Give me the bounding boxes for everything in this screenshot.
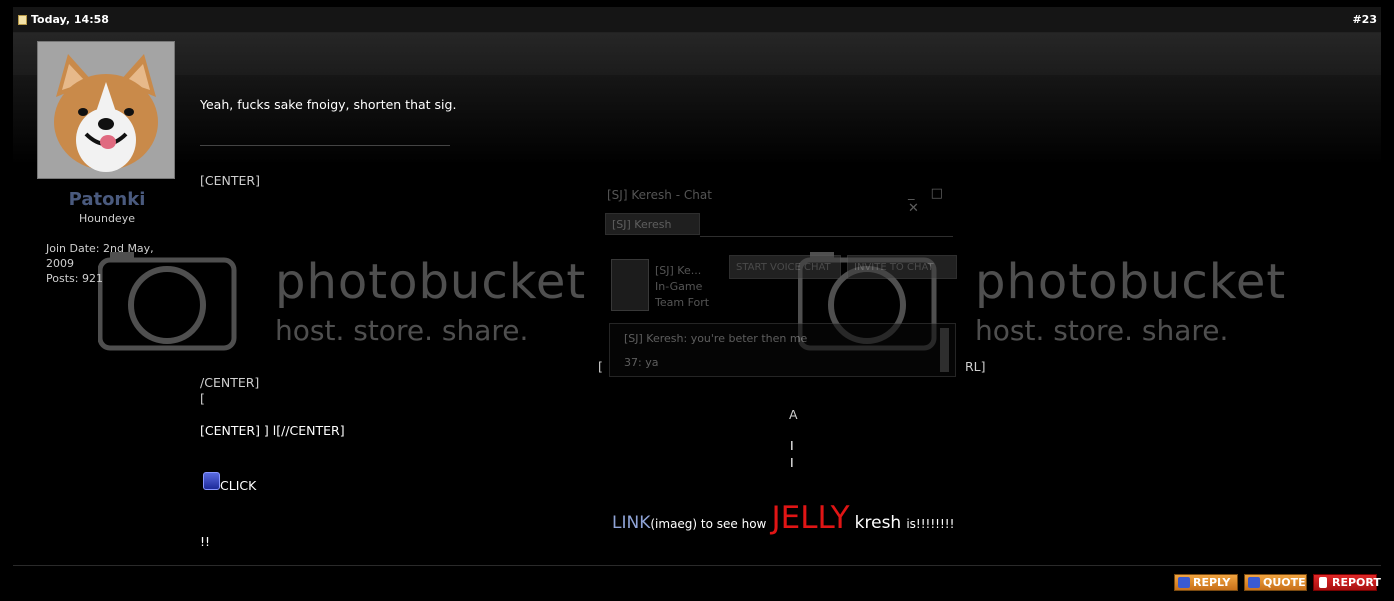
- chat-log: [SJ] Keresh: you're beter then me 37: ya: [609, 323, 956, 377]
- report-button[interactable]: REPORT: [1313, 574, 1381, 591]
- quote-label: QUOTE: [1263, 576, 1306, 589]
- photobucket-watermark-left: photobucket host. store. share.: [97, 252, 598, 352]
- chat-line: [SJ] Keresh: you're beter then me: [624, 332, 808, 345]
- quote-icon: [1248, 577, 1260, 588]
- post-date: Today, 14:58: [31, 13, 109, 26]
- jelly-text: JELLY: [771, 500, 850, 536]
- imaeg-text: (imaeg) to see how: [650, 517, 767, 531]
- sig-pipe: I: [790, 455, 794, 470]
- photobucket-camera-icon: [97, 252, 237, 351]
- report-icon: [1319, 577, 1327, 588]
- post-body-gradient: [13, 75, 1381, 165]
- chat-user-info: [SJ] Ke... In-Game Team Fort: [655, 263, 709, 311]
- is-text: is!!!!!!!!: [906, 517, 955, 531]
- watermark-word: photobucket: [275, 254, 587, 310]
- post-header: Today, 14:58 #23: [13, 7, 1381, 33]
- watermark-tagline: host. store. share.: [275, 314, 529, 347]
- reply-label: REPLY: [1193, 576, 1231, 589]
- chat-line: 37: ya: [624, 356, 659, 369]
- sig-center-line: [CENTER] ] l[//CENTER]: [200, 423, 345, 438]
- jelly-line: LINK(imaeg) to see how JELLY kresh is!!!…: [612, 500, 954, 536]
- chat-user-game: Team Fort: [655, 296, 710, 309]
- post-footer-divider: [13, 565, 1381, 566]
- sig-center-close: /CENTER]: [200, 375, 260, 390]
- watermark-word: photobucket: [975, 254, 1287, 310]
- chat-scrollbar: [940, 328, 949, 372]
- link-text[interactable]: LINK: [612, 513, 650, 533]
- quote-button[interactable]: QUOTE: [1244, 574, 1307, 591]
- report-label: REPORT: [1332, 576, 1381, 589]
- post-header-band: [13, 33, 1381, 76]
- click-icon[interactable]: [203, 472, 220, 490]
- username-link[interactable]: Patonki: [13, 189, 201, 210]
- user-title: Houndeye: [79, 212, 135, 225]
- corgi-avatar-image: [38, 42, 174, 178]
- post-number-link[interactable]: #23: [1352, 13, 1377, 26]
- chat-screenshot-image: [SJ] Keresh - Chat _ □ ✕ [SJ] Keresh [SJ…: [603, 185, 963, 377]
- avatar[interactable]: [37, 41, 175, 179]
- chat-user-status: In-Game: [655, 280, 703, 293]
- kresh-text: kresh: [854, 513, 902, 533]
- sig-rl: RL]: [965, 359, 986, 374]
- sig-center-open: [CENTER]: [200, 173, 260, 188]
- sig-bracket: [: [200, 391, 205, 406]
- reply-button[interactable]: REPLY: [1174, 574, 1238, 591]
- reply-icon: [1178, 577, 1190, 588]
- chat-invite-button: INVITE TO CHAT: [847, 255, 957, 279]
- window-controls-icon: _ □ ✕: [908, 186, 949, 216]
- chat-voice-button: START VOICE CHAT: [729, 255, 841, 279]
- chat-avatar: [611, 259, 649, 311]
- post-message: Yeah, fucks sake fnoigy, shorten that si…: [200, 97, 457, 112]
- sig-a-char: A: [789, 407, 798, 422]
- sig-bang: !!: [200, 534, 211, 549]
- click-link[interactable]: CLICK: [220, 478, 256, 493]
- forum-post: Today, 14:58 #23 Patonki Houndeye Join D…: [13, 7, 1381, 601]
- watermark-tagline: host. store. share.: [975, 314, 1229, 347]
- chat-title: [SJ] Keresh - Chat: [607, 188, 712, 202]
- chat-tab: [SJ] Keresh: [605, 213, 700, 235]
- sig-pipe: I: [790, 438, 794, 453]
- chat-user-name: [SJ] Ke...: [655, 264, 702, 277]
- sig-bracket-right: [: [598, 359, 603, 374]
- post-icon: [18, 15, 27, 25]
- signature-divider: [200, 145, 450, 146]
- chat-divider: [700, 236, 953, 237]
